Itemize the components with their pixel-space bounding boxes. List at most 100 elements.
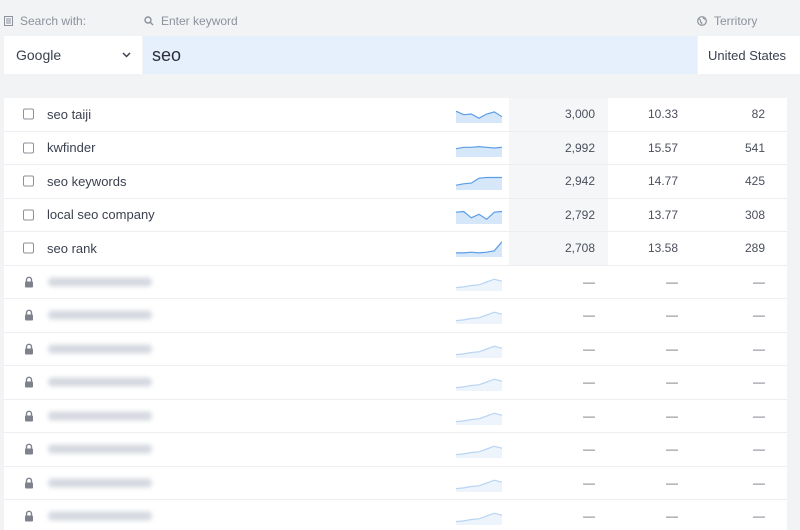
difficulty-value: — (753, 475, 765, 490)
blurred-keyword (48, 310, 152, 320)
trend-sparkline (456, 378, 502, 392)
trend-sparkline (456, 177, 502, 191)
territory-label: Territory (697, 14, 757, 28)
search-volume: — (583, 442, 595, 457)
globe-icon (697, 16, 707, 26)
lock-icon (23, 343, 34, 355)
engine-label: Search with: (4, 14, 86, 28)
cpc-value: 14.77 (647, 174, 678, 189)
chevron-down-icon (122, 52, 131, 58)
cpc-value: — (666, 341, 678, 356)
keyword-input[interactable] (143, 36, 697, 74)
list-icon (4, 16, 13, 26)
blurred-keyword (48, 511, 152, 521)
blurred-keyword (48, 478, 152, 488)
territory-label-text: Territory (714, 14, 758, 28)
cpc-value: — (666, 375, 678, 390)
trend-sparkline (456, 345, 502, 358)
blurred-keyword (48, 444, 152, 454)
table-row[interactable]: seo taiji 3,000 10.33 82 (4, 98, 787, 132)
difficulty-value: 308 (744, 207, 765, 222)
lock-icon (23, 443, 34, 455)
search-volume: — (583, 308, 595, 323)
search-bar: Google United States (0, 36, 800, 74)
trend-sparkline (456, 479, 502, 492)
trend-sparkline (456, 445, 502, 459)
trend-sparkline (456, 512, 502, 526)
locked-table-row: — — — (4, 433, 787, 467)
search-volume: — (583, 408, 595, 423)
difficulty-value: — (753, 341, 765, 356)
keyword-text: seo keywords (47, 173, 127, 189)
table-row[interactable]: kwfinder 2,992 15.57 541 (4, 131, 787, 165)
cpc-value: 13.58 (647, 241, 678, 256)
search-icon (144, 16, 154, 26)
blurred-keyword (48, 377, 152, 387)
search-volume: 2,792 (564, 207, 595, 222)
engine-label-text: Search with: (20, 14, 87, 28)
row-checkbox[interactable] (23, 142, 34, 154)
trend-sparkline (456, 412, 502, 425)
blurred-keyword (48, 344, 152, 354)
search-volume: 2,708 (564, 241, 595, 256)
search-volume: — (583, 274, 595, 289)
cpc-value: — (666, 442, 678, 457)
cpc-value: — (666, 475, 678, 490)
difficulty-value: — (753, 308, 765, 323)
difficulty-value: — (753, 375, 765, 390)
locked-table-row: — — — (4, 333, 787, 366)
trend-sparkline (456, 241, 502, 258)
results-table: seo taiji 3,000 10.33 82 kwfinder 2,992 15.57 5… (4, 98, 787, 530)
search-volume: 3,000 (564, 107, 595, 122)
lock-icon (23, 376, 34, 388)
search-labels: Search with: Enter keyword Territory (0, 0, 800, 36)
engine-select[interactable]: Google (4, 36, 142, 74)
locked-table-row: — — — (4, 400, 787, 433)
territory-select[interactable]: United States (698, 36, 800, 74)
locked-table-row: — — — (4, 500, 787, 530)
table-row[interactable]: seo keywords 2,942 14.77 425 (4, 165, 787, 199)
cpc-value: 13.77 (647, 207, 678, 222)
cpc-value: — (666, 274, 678, 289)
trend-sparkline (456, 278, 502, 291)
trend-sparkline (456, 110, 502, 124)
difficulty-value: — (753, 274, 765, 289)
cpc-value: — (666, 308, 678, 323)
difficulty-value: — (753, 442, 765, 457)
trend-sparkline (456, 311, 502, 325)
difficulty-value: — (753, 509, 765, 524)
lock-icon (23, 309, 34, 321)
table-row[interactable]: local seo company 2,792 13.77 308 (4, 198, 787, 232)
keyword-text: seo rank (47, 240, 97, 256)
locked-table-row: — — — (4, 366, 787, 400)
keyword-text: local seo company (47, 207, 155, 223)
keyword-label: Enter keyword (144, 14, 238, 28)
row-checkbox[interactable] (23, 242, 34, 254)
lock-icon (23, 410, 34, 422)
keyword-label-text: Enter keyword (161, 14, 238, 28)
search-volume: 2,992 (564, 140, 595, 155)
search-volume: — (583, 475, 595, 490)
locked-table-row: — — — (4, 467, 787, 500)
cpc-value: — (666, 408, 678, 423)
row-checkbox[interactable] (23, 108, 34, 120)
search-volume: — (583, 375, 595, 390)
difficulty-value: 82 (751, 107, 765, 122)
search-volume: — (583, 341, 595, 356)
cpc-value: 10.33 (647, 107, 678, 122)
difficulty-value: 425 (744, 174, 765, 189)
keyword-text: seo taiji (47, 106, 92, 122)
row-checkbox[interactable] (23, 175, 34, 187)
lock-icon (23, 510, 34, 522)
table-row[interactable]: seo rank 2,708 13.58 289 (4, 232, 787, 266)
locked-table-row: — — — (4, 299, 787, 333)
lock-icon (23, 276, 34, 288)
cpc-value: — (666, 509, 678, 524)
difficulty-value: 289 (744, 241, 765, 256)
locked-table-row: — — — (4, 266, 787, 299)
keyword-text: kwfinder (47, 140, 96, 156)
row-checkbox[interactable] (23, 209, 34, 221)
trend-sparkline (456, 210, 502, 224)
blurred-keyword (48, 277, 152, 287)
search-volume: 2,942 (564, 174, 595, 189)
